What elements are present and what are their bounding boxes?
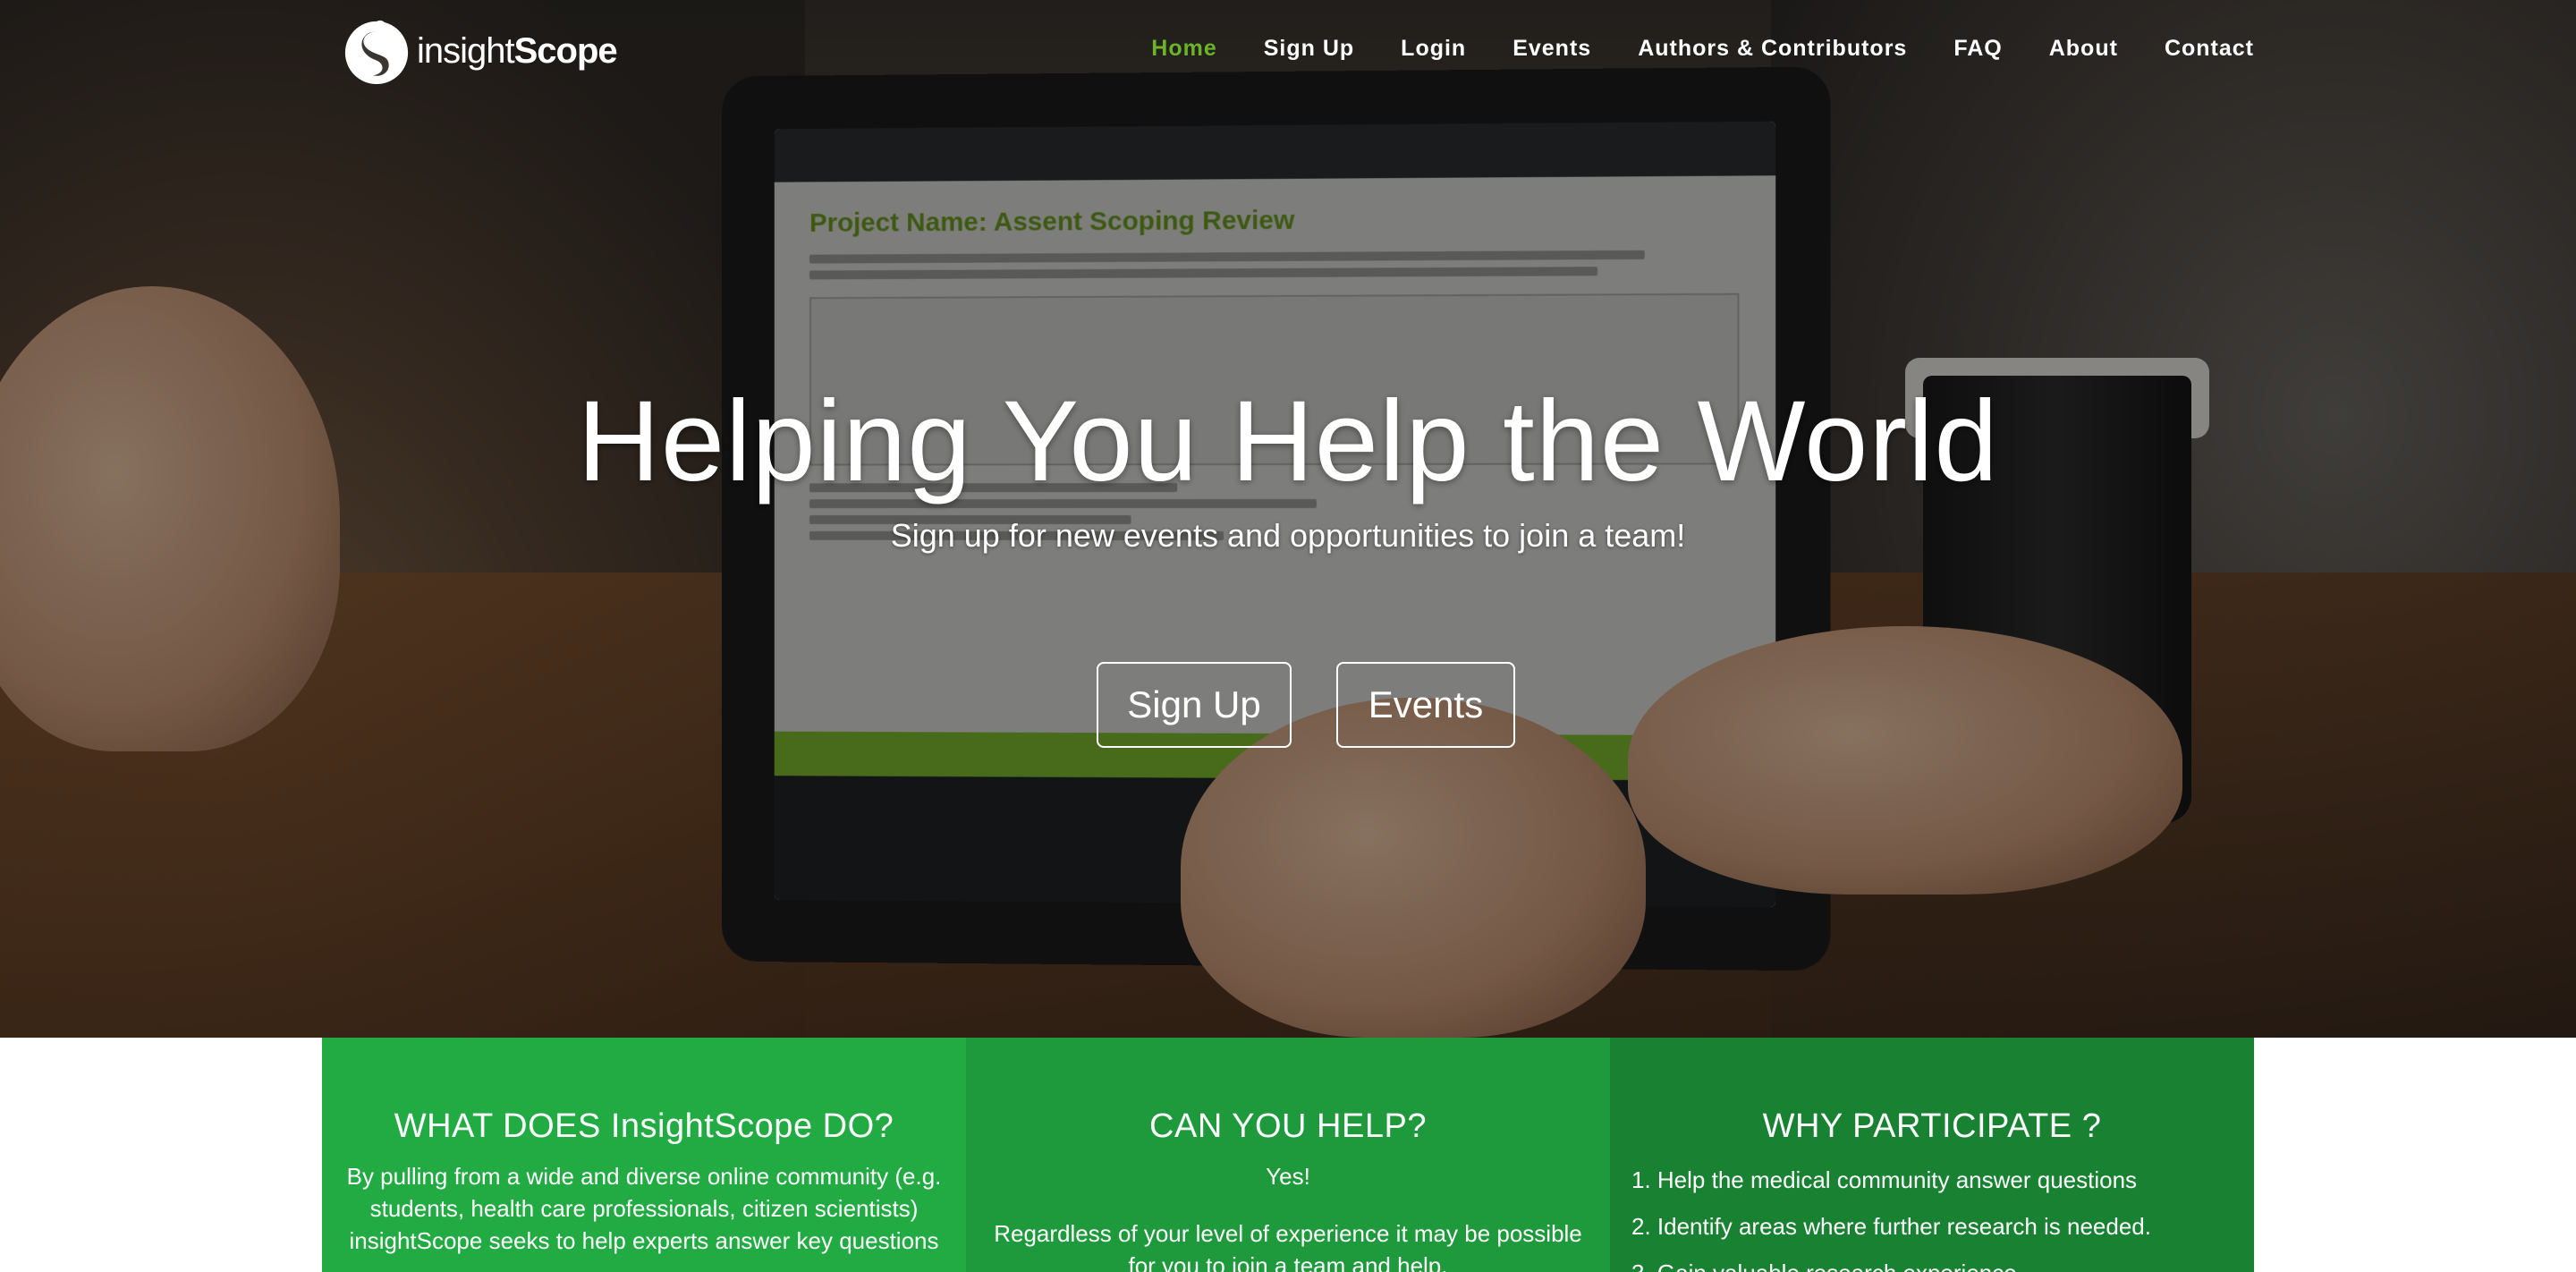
nav-link-authors-contributors[interactable]: Authors & Contributors xyxy=(1638,36,1907,62)
list-item: 1. Help the medical community answer que… xyxy=(1631,1166,2138,1193)
panel-heading: WHY PARTICIPATE ? xyxy=(1762,1107,2102,1145)
top-navigation: insightScope Home Sign Up Login Events A… xyxy=(0,0,2576,103)
feature-panels: WHAT DOES InsightScope DO? By pulling fr… xyxy=(322,1038,2254,1272)
hero-subtitle: Sign up for new events and opportunities… xyxy=(890,517,1686,554)
hero-title: Helping You Help the World xyxy=(577,377,1999,505)
hero-events-button[interactable]: Events xyxy=(1336,662,1515,748)
panel-text: By pulling from a wide and diverse onlin… xyxy=(346,1163,942,1254)
insightscope-logo-icon xyxy=(344,20,409,85)
nav-link-contact[interactable]: Contact xyxy=(2165,36,2254,62)
reasons-list: 1. Help the medical community answer que… xyxy=(1631,1157,2233,1272)
nav-link-about[interactable]: About xyxy=(2049,36,2118,62)
hero-sign-up-button[interactable]: Sign Up xyxy=(1097,662,1292,748)
panel-text: Yes! xyxy=(1266,1163,1310,1190)
panel-what-does-insightscope-do: WHAT DOES InsightScope DO? By pulling fr… xyxy=(322,1038,966,1272)
nav-link-faq[interactable]: FAQ xyxy=(1953,36,2002,62)
nav-link-sign-up[interactable]: Sign Up xyxy=(1264,36,1354,62)
nav-link-events[interactable]: Events xyxy=(1513,36,1591,62)
panel-heading: CAN YOU HELP? xyxy=(1149,1107,1427,1145)
nav-link-login[interactable]: Login xyxy=(1401,36,1466,62)
panel-can-you-help: CAN YOU HELP? Yes! Regardless of your le… xyxy=(966,1038,1610,1272)
nav-links: Home Sign Up Login Events Authors & Cont… xyxy=(1151,36,2254,62)
list-item: 3. Gain valuable research experience xyxy=(1631,1250,2233,1272)
logo-text-bold: Scope xyxy=(513,30,618,71)
site-logo[interactable]: insightScope xyxy=(342,16,618,86)
logo-wordmark: insightScope xyxy=(417,30,618,72)
panel-heading: WHAT DOES InsightScope DO? xyxy=(394,1107,894,1145)
panel-text-secondary: Regardless of your level of experience i… xyxy=(994,1220,1582,1272)
panel-why-participate: WHY PARTICIPATE ? 1. Help the medical co… xyxy=(1610,1038,2254,1272)
list-item: 2. Identify areas where further research… xyxy=(1631,1213,2151,1240)
logo-text-light: insight xyxy=(417,30,515,71)
nav-link-home[interactable]: Home xyxy=(1151,36,1216,62)
